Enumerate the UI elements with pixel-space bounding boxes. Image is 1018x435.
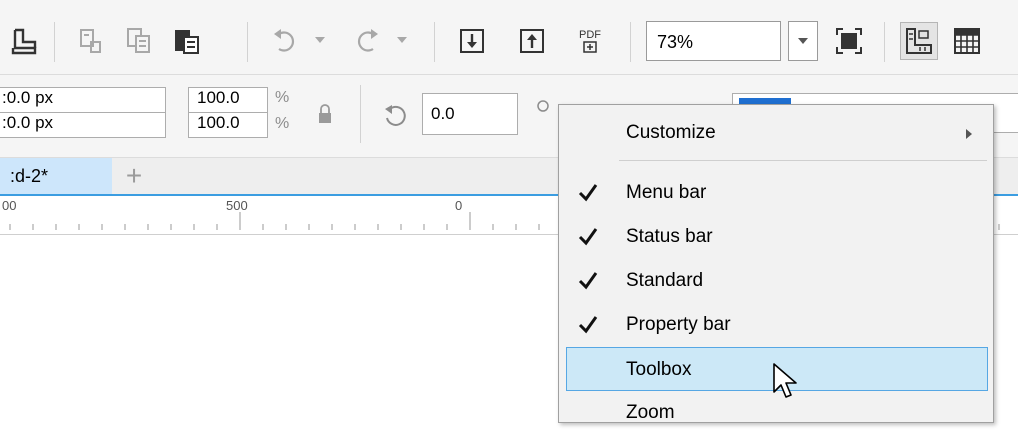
add-document-tab-button[interactable]: + bbox=[118, 160, 150, 192]
copy-icon[interactable] bbox=[122, 24, 156, 58]
chevron-down-icon bbox=[798, 38, 808, 44]
toolbar-separator bbox=[884, 22, 885, 62]
checkmark-icon bbox=[578, 272, 598, 290]
rotation-angle-field[interactable]: 0.0 bbox=[422, 93, 518, 135]
height-scale-field[interactable]: 100.0 bbox=[188, 112, 268, 138]
checkmark-icon bbox=[578, 316, 598, 334]
lock-ratio-icon[interactable] bbox=[312, 101, 338, 127]
menu-item-customize[interactable]: Customize bbox=[559, 111, 993, 155]
submenu-arrow-icon bbox=[966, 129, 972, 139]
pdf-label: PDF bbox=[579, 28, 601, 41]
menu-item-label: Customize bbox=[626, 122, 716, 143]
import-icon[interactable] bbox=[455, 24, 489, 58]
checkmark-icon bbox=[578, 228, 598, 246]
menu-item-label: Toolbox bbox=[626, 359, 692, 380]
toolbar-separator bbox=[434, 22, 435, 62]
menu-item-label: Zoom bbox=[626, 402, 675, 423]
full-screen-preview-icon[interactable] bbox=[832, 24, 866, 58]
menu-item-label: Status bar bbox=[626, 226, 713, 247]
zoom-dropdown-button[interactable] bbox=[788, 21, 818, 61]
paste-icon[interactable] bbox=[170, 24, 204, 58]
toolbar-separator bbox=[630, 22, 631, 62]
undo-icon[interactable] bbox=[268, 24, 302, 58]
degree-circle-icon bbox=[536, 99, 550, 113]
undo-dropdown-chevron-icon[interactable] bbox=[310, 30, 330, 50]
redo-icon[interactable] bbox=[350, 24, 384, 58]
export-icon[interactable] bbox=[515, 24, 549, 58]
menu-item-label: Standard bbox=[626, 270, 704, 291]
plus-icon: + bbox=[125, 160, 143, 191]
menu-item-status-bar[interactable]: Status bar bbox=[559, 215, 993, 259]
rotation-icon bbox=[380, 101, 410, 131]
show-rulers-icon[interactable] bbox=[900, 22, 938, 60]
standard-toolbar: PDF 73% bbox=[0, 0, 1018, 75]
mouse-pointer-icon bbox=[773, 363, 797, 398]
zoom-level-value: 73% bbox=[657, 32, 694, 52]
toolbar-separator bbox=[54, 22, 55, 62]
width-scale-field[interactable]: 100.0 bbox=[188, 87, 268, 113]
print-icon[interactable] bbox=[8, 24, 42, 58]
menu-item-menu-bar[interactable]: Menu bar bbox=[559, 171, 993, 215]
menu-item-label: Property bar bbox=[626, 314, 731, 335]
menu-item-label: Menu bar bbox=[626, 182, 707, 203]
checkmark-icon bbox=[578, 184, 598, 202]
property-bar-separator bbox=[360, 85, 361, 143]
x-position-field[interactable]: :0.0 px bbox=[0, 87, 166, 113]
publish-pdf-icon[interactable]: PDF bbox=[573, 24, 607, 58]
y-position-field[interactable]: :0.0 px bbox=[0, 112, 166, 138]
menu-item-property-bar[interactable]: Property bar bbox=[559, 303, 993, 347]
width-scale-unit: % bbox=[275, 89, 290, 106]
document-tab-active[interactable]: :d-2* bbox=[0, 158, 112, 194]
zoom-level-combo[interactable]: 73% bbox=[646, 21, 781, 61]
document-tab-label: :d-2* bbox=[10, 166, 49, 186]
cut-icon[interactable] bbox=[74, 24, 108, 58]
redo-dropdown-chevron-icon[interactable] bbox=[392, 30, 412, 50]
show-grid-icon[interactable] bbox=[950, 24, 984, 58]
toolbar-separator bbox=[247, 22, 248, 62]
menu-separator bbox=[619, 160, 987, 161]
menu-item-standard[interactable]: Standard bbox=[559, 259, 993, 303]
height-scale-unit: % bbox=[275, 115, 290, 132]
